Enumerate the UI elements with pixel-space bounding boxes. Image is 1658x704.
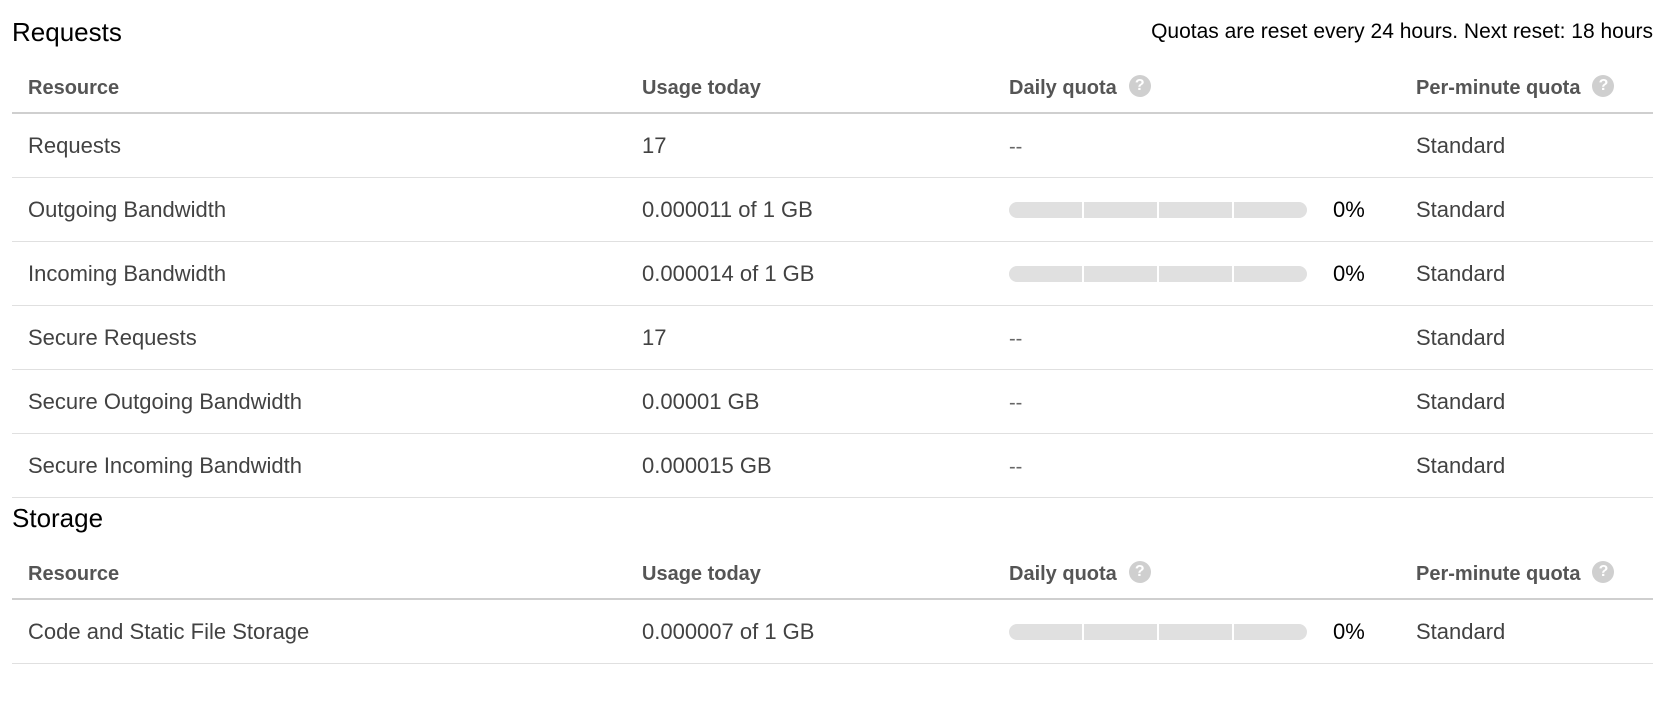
column-header-daily-quota: Daily quota? — [993, 64, 1400, 114]
table-row: Outgoing Bandwidth 0.000011 of 1 GB 0% Stan… — [12, 177, 1653, 242]
column-header-usage-today: Usage today — [626, 550, 993, 600]
progress-segment — [1159, 266, 1232, 283]
table-row: Secure Requests 17 -- Standard — [12, 305, 1653, 370]
column-header-resource: Resource — [12, 550, 626, 600]
usage-today-cell: 0.00001 GB — [626, 369, 993, 434]
column-header-label: Per-minute quota — [1416, 76, 1581, 99]
daily-quota-progress-bar — [1009, 624, 1307, 641]
requests-quota-table: Resource Usage today Daily quota? Per-mi… — [12, 64, 1653, 498]
usage-today-cell: 17 — [626, 305, 993, 370]
usage-today-cell: 0.000014 of 1 GB — [626, 241, 993, 306]
resource-cell: Secure Outgoing Bandwidth — [12, 369, 626, 434]
progress-segment — [1159, 202, 1232, 219]
progress-segment — [1084, 624, 1157, 641]
daily-quota-empty: -- — [1009, 391, 1023, 414]
daily-quota-progress-bar — [1009, 266, 1307, 283]
table-header-row: Resource Usage today Daily quota? Per-mi… — [12, 64, 1653, 114]
table-row: Secure Outgoing Bandwidth 0.00001 GB -- Sta… — [12, 369, 1653, 434]
resource-cell: Incoming Bandwidth — [12, 241, 626, 306]
resource-cell: Secure Requests — [12, 305, 626, 370]
column-header-per-minute-quota: Per-minute quota? — [1400, 550, 1653, 600]
requests-section-header: Requests Quotas are reset every 24 hours… — [12, 0, 1653, 64]
per-minute-quota-cell: Standard — [1400, 305, 1653, 370]
daily-quota-percent: 0% — [1333, 619, 1365, 645]
progress-segment — [1234, 202, 1307, 219]
column-header-per-minute-quota: Per-minute quota? — [1400, 64, 1653, 114]
table-row: Incoming Bandwidth 0.000014 of 1 GB 0% Stan… — [12, 241, 1653, 306]
storage-section-header: Storage — [12, 486, 1653, 550]
daily-quota-percent: 0% — [1333, 197, 1365, 223]
column-header-label: Daily quota — [1009, 76, 1117, 99]
daily-quota-cell: 0% — [993, 599, 1400, 664]
resource-cell: Outgoing Bandwidth — [12, 177, 626, 242]
column-header-label: Resource — [28, 76, 120, 99]
table-header-row: Resource Usage today Daily quota? Per-mi… — [12, 550, 1653, 600]
section-title: Requests — [12, 17, 122, 47]
per-minute-quota-cell: Standard — [1400, 241, 1653, 306]
requests-section: Requests Quotas are reset every 24 hours… — [12, 0, 1653, 498]
help-circle-icon[interactable]: ? — [1128, 561, 1151, 584]
progress-segment — [1084, 202, 1157, 219]
storage-quota-table: Resource Usage today Daily quota? Per-mi… — [12, 550, 1653, 664]
progress-segment — [1084, 266, 1157, 283]
requests-table-body: Requests 17 -- Standard Outgoing Bandwidth 0.… — [12, 113, 1653, 498]
daily-quota-progress-bar — [1009, 202, 1307, 219]
progress-segment — [1009, 202, 1082, 219]
storage-table-body: Code and Static File Storage 0.000007 of … — [12, 599, 1653, 664]
daily-quota-empty: -- — [1009, 455, 1023, 478]
daily-quota-empty: -- — [1009, 327, 1023, 350]
column-header-label: Resource — [28, 562, 120, 585]
resource-cell: Requests — [12, 113, 626, 178]
daily-quota-cell: -- — [993, 369, 1400, 434]
section-title: Storage — [12, 503, 104, 533]
usage-today-cell: 0.000007 of 1 GB — [626, 599, 993, 664]
per-minute-quota-cell: Standard — [1400, 599, 1653, 664]
per-minute-quota-cell: Standard — [1400, 177, 1653, 242]
usage-today-cell: 0.000011 of 1 GB — [626, 177, 993, 242]
help-circle-icon[interactable]: ? — [1128, 75, 1151, 98]
column-header-daily-quota: Daily quota? — [993, 550, 1400, 600]
daily-quota-percent: 0% — [1333, 261, 1365, 287]
column-header-resource: Resource — [12, 64, 626, 114]
column-header-label: Per-minute quota — [1416, 562, 1581, 585]
per-minute-quota-cell: Standard — [1400, 113, 1653, 178]
daily-quota-cell: 0% — [993, 177, 1400, 242]
daily-quota-cell: -- — [993, 305, 1400, 370]
progress-segment — [1009, 624, 1082, 641]
column-header-label: Usage today — [642, 562, 761, 585]
column-header-label: Daily quota — [1009, 562, 1117, 585]
daily-quota-cell: 0% — [993, 241, 1400, 306]
daily-quota-cell: -- — [993, 113, 1400, 178]
resource-cell: Code and Static File Storage — [12, 599, 626, 664]
column-header-label: Usage today — [642, 76, 761, 99]
quota-reset-note: Quotas are reset every 24 hours. Next re… — [1151, 20, 1653, 43]
progress-segment — [1009, 266, 1082, 283]
table-row: Requests 17 -- Standard — [12, 113, 1653, 178]
storage-section: Storage Resource Usage today Daily quota… — [12, 486, 1653, 664]
progress-segment — [1234, 624, 1307, 641]
help-circle-icon[interactable]: ? — [1592, 561, 1615, 584]
table-row: Code and Static File Storage 0.000007 of … — [12, 599, 1653, 664]
progress-segment — [1159, 624, 1232, 641]
daily-quota-empty: -- — [1009, 135, 1023, 158]
per-minute-quota-cell: Standard — [1400, 369, 1653, 434]
column-header-usage-today: Usage today — [626, 64, 993, 114]
usage-today-cell: 17 — [626, 113, 993, 178]
progress-segment — [1234, 266, 1307, 283]
help-circle-icon[interactable]: ? — [1592, 75, 1615, 98]
